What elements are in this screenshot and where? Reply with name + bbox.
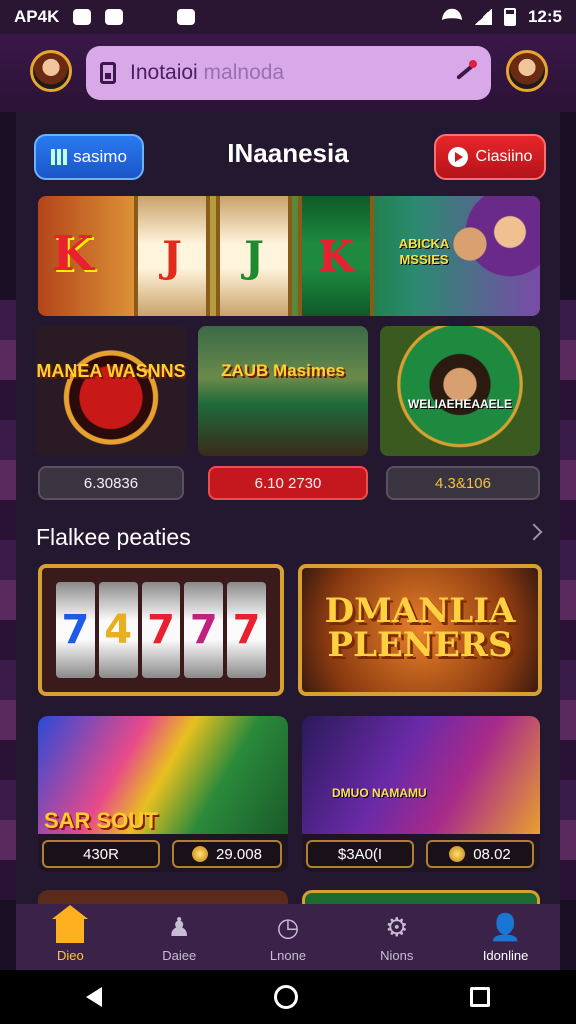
casino-button[interactable]: sasimo [34, 134, 144, 180]
system-nav [0, 970, 576, 1024]
clock-time: 12:5 [527, 7, 562, 26]
reel-j1: J [134, 196, 210, 316]
slot-reels: 7 4 7 7 7 [56, 582, 266, 678]
status-bar: AP4K 12:5 [0, 0, 576, 34]
slot-number: 7 [141, 582, 181, 678]
promo-image [302, 716, 540, 834]
slot-number: 7 [184, 582, 224, 678]
nav-label: Lnone [269, 948, 307, 963]
promo-card[interactable]: DMUO NAMAMU $3A0(I 08.02 [302, 716, 540, 872]
message-icon [105, 9, 124, 25]
notification-icon [73, 9, 92, 25]
coin-amount: 29.008 [216, 845, 262, 863]
search-icon [100, 62, 116, 84]
promo-value[interactable]: $3A0(I [306, 840, 414, 868]
coin-icon [449, 846, 466, 862]
chevron-right-icon[interactable] [525, 523, 543, 541]
settings-icon: ⚙ [385, 911, 409, 942]
play-icon [447, 147, 468, 167]
slot-game-card[interactable]: 7 4 7 7 7 [38, 564, 284, 696]
search-text-main: Inotaioi [130, 61, 198, 84]
promo-coin-value[interactable]: 08.02 [426, 840, 534, 868]
game-tile-roulette[interactable]: MANEA WASNNS [36, 326, 186, 456]
coin-amount: 08.02 [473, 845, 511, 863]
nav-label: Idonline [482, 948, 529, 963]
live-casino-label: Ciasiino [475, 148, 533, 165]
home-circle-icon[interactable] [274, 985, 298, 1009]
casino-button-label: sasimo [73, 147, 127, 166]
clock-icon: ◷ [276, 911, 300, 942]
section-heading: Flalkee peaties [36, 524, 191, 550]
tile-label: WELIAEHEAAELE [407, 397, 512, 411]
game-tile-green[interactable]: WELIAEHEAAELE [380, 326, 540, 456]
home-icon [52, 905, 89, 943]
nav-games[interactable]: ♟ Daiee [125, 904, 234, 970]
recents-icon[interactable] [470, 987, 490, 1007]
title-row: INaanesia sasimo Ciasiino [16, 130, 560, 184]
promo-card[interactable]: SAR SOUT 430R 29.008 [38, 716, 288, 872]
promo-card-title: DMANLIA PLENERS [324, 591, 516, 665]
promo-title: SAR SOUT [44, 808, 158, 833]
live-casino-button[interactable]: Ciasiino [434, 134, 546, 180]
photo-icon [177, 9, 196, 25]
grid-icon [51, 149, 68, 165]
tile-label: MANEA WASNNS [36, 361, 186, 381]
nav-history[interactable]: ◷ Lnone [234, 904, 343, 970]
banner-letter-k: K [52, 226, 94, 282]
signal-icon [473, 9, 492, 25]
magic-wand-icon[interactable] [451, 60, 477, 86]
game-tile-table[interactable]: ZAUB Masimes [198, 326, 368, 456]
back-icon[interactable] [86, 987, 102, 1007]
nav-settings[interactable]: ⚙ Nions [342, 904, 451, 970]
promo-value[interactable]: 430R [42, 840, 160, 868]
banner-reels: J J K [134, 196, 374, 316]
decor-right [558, 300, 576, 900]
nav-profile[interactable]: 👤 Idonline [451, 904, 560, 970]
hero-banner[interactable]: K J J K ABICKA MSSIES [38, 196, 540, 316]
promo-title: DMUO NAMAMU [332, 786, 427, 800]
banner-characters [440, 196, 540, 316]
promo-coin-value[interactable]: 29.008 [172, 840, 282, 868]
nav-label: Dieo [57, 948, 84, 963]
price-badge[interactable]: 6.30836 [38, 466, 184, 500]
wifi-icon [441, 8, 462, 26]
battery-icon [503, 8, 516, 26]
search-text-faded: malnoda [197, 61, 285, 84]
slot-number: 4 [98, 582, 138, 678]
search-bar[interactable]: Inotaioi malnoda [86, 46, 491, 100]
slot-number: 7 [56, 582, 95, 678]
profile-icon: 👤 [489, 911, 522, 942]
slot-number: 7 [227, 582, 266, 678]
coin-icon [192, 846, 209, 862]
next-card-peek[interactable] [302, 890, 540, 904]
bottom-nav: Dieo ♟ Daiee ◷ Lnone ⚙ Nions 👤 Idonline [16, 904, 560, 970]
price-badge[interactable]: 6.10 2730 [208, 466, 368, 500]
promo-game-card[interactable]: DMANLIA PLENERS [298, 564, 542, 696]
user-avatar[interactable] [506, 50, 548, 92]
app-header: Inotaioi malnoda [0, 34, 576, 112]
nav-home[interactable]: Dieo [16, 904, 125, 970]
tile-label: ZAUB Masimes [221, 361, 345, 380]
nav-label: Nions [380, 948, 414, 963]
search-input[interactable]: Inotaioi malnoda [130, 61, 284, 85]
carrier-label: AP4K [14, 7, 60, 26]
reel-k2: K [298, 196, 374, 316]
nav-label: Daiee [162, 948, 197, 963]
next-card-peek[interactable] [38, 890, 288, 904]
games-icon: ♟ [167, 911, 191, 942]
main-content: INaanesia sasimo Ciasiino K J J K ABICKA… [16, 112, 560, 904]
price-badge[interactable]: 4.3&106 [386, 466, 540, 500]
profile-avatar[interactable] [30, 50, 72, 92]
reel-j2: J [216, 196, 292, 316]
